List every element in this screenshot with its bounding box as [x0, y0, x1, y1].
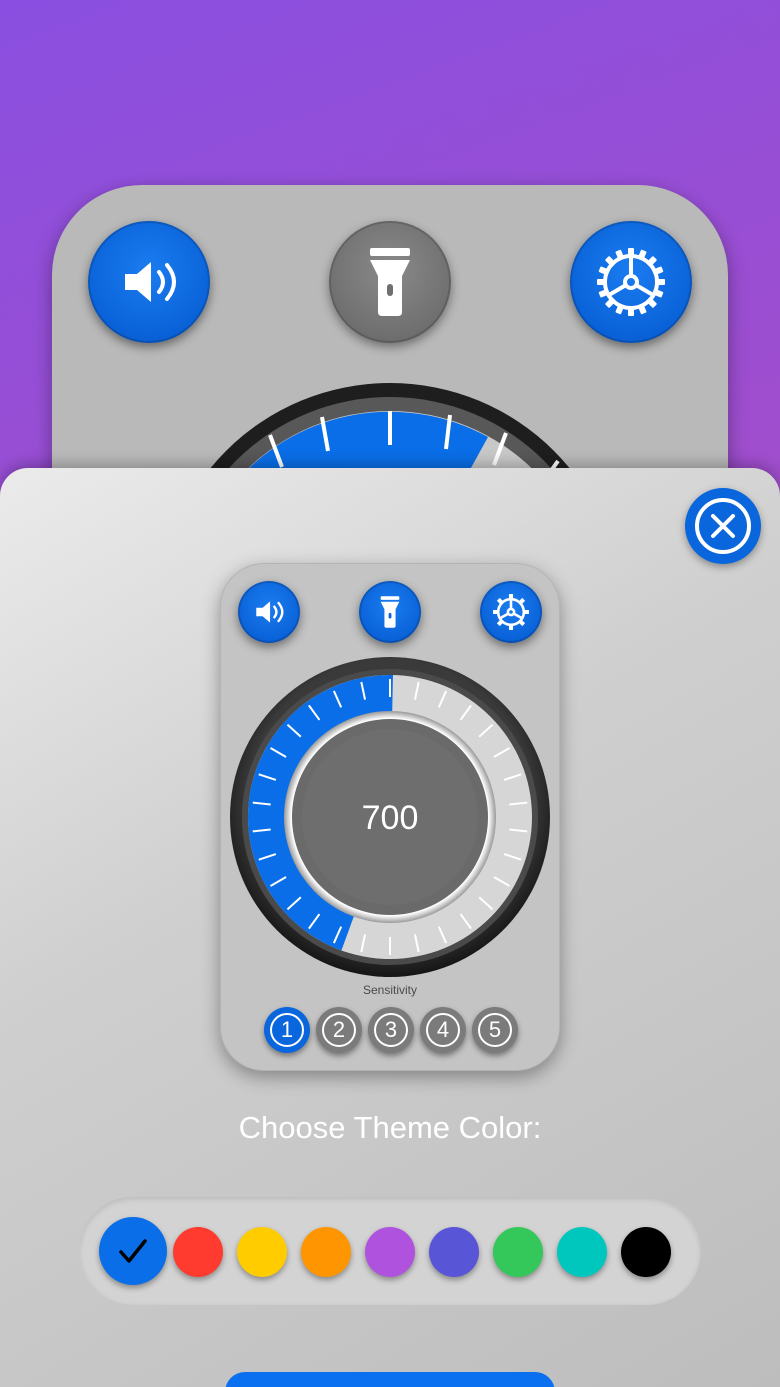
flashlight-icon	[370, 248, 410, 316]
level-label: 4	[426, 1013, 460, 1047]
preview-sound-button	[238, 581, 300, 643]
sensitivity-level-4: 4	[420, 1007, 466, 1053]
level-label: 1	[270, 1013, 304, 1047]
level-label: 2	[322, 1013, 356, 1047]
swatch-blue[interactable]	[99, 1217, 167, 1285]
sensitivity-level-3: 3	[368, 1007, 414, 1053]
confirm-button[interactable]	[225, 1372, 555, 1387]
sensitivity-label: Sensitivity	[362, 983, 418, 997]
gear-icon	[597, 248, 665, 316]
sensitivity-level-5: 5	[472, 1007, 518, 1053]
speaker-icon	[125, 262, 176, 302]
level-label: 3	[374, 1013, 408, 1047]
speaker-icon	[256, 601, 284, 623]
theme-color-palette	[79, 1197, 701, 1305]
preview-flashlight-button	[359, 581, 421, 643]
swatch-indigo[interactable]	[429, 1227, 479, 1277]
settings-button[interactable]	[570, 221, 692, 343]
swatch-yellow[interactable]	[237, 1227, 287, 1277]
gear-icon	[493, 594, 529, 630]
sensor-reading: 700	[361, 799, 419, 837]
close-icon	[695, 498, 751, 554]
sensitivity-levels: 1 2 3 4 5	[264, 1007, 518, 1053]
sound-button[interactable]	[88, 221, 210, 343]
sensitivity-level-2: 2	[316, 1007, 362, 1053]
swatch-green[interactable]	[493, 1227, 543, 1277]
swatch-red[interactable]	[173, 1227, 223, 1277]
theme-title: Choose Theme Color:	[238, 1110, 542, 1145]
level-label: 5	[478, 1013, 512, 1047]
swatch-orange[interactable]	[301, 1227, 351, 1277]
checkmark-icon	[119, 1239, 147, 1263]
sensitivity-level-1: 1	[264, 1007, 310, 1053]
swatch-teal[interactable]	[557, 1227, 607, 1277]
swatch-black[interactable]	[621, 1227, 671, 1277]
flashlight-icon	[380, 596, 400, 628]
swatch-purple[interactable]	[365, 1227, 415, 1277]
theme-preview-card: Up...m 700 Sensitivity 1 2 3 4 5	[220, 563, 560, 1071]
flashlight-button[interactable]	[329, 221, 451, 343]
close-button[interactable]	[685, 488, 761, 564]
preview-settings-button	[480, 581, 542, 643]
